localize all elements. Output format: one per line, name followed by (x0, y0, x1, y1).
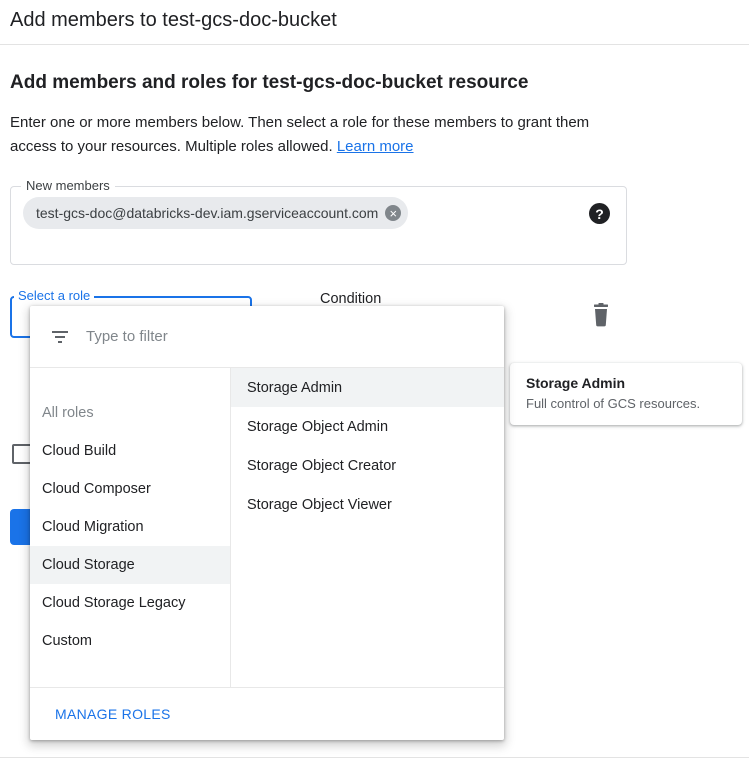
role-category-list: All roles Cloud Build Cloud Composer Clo… (30, 368, 231, 687)
condition-label: Condition (320, 291, 381, 307)
learn-more-link[interactable]: Learn more (337, 138, 414, 155)
trash-icon (590, 303, 612, 327)
section-heading: Add members and roles for test-gcs-doc-b… (10, 72, 528, 94)
header-divider (0, 44, 749, 45)
delete-row-button[interactable] (590, 303, 612, 327)
chip-remove-icon[interactable]: × (385, 205, 401, 221)
role-category-cloud-migration[interactable]: Cloud Migration (30, 508, 230, 546)
role-category-cloud-composer[interactable]: Cloud Composer (30, 470, 230, 508)
role-item-storage-object-creator[interactable]: Storage Object Creator (231, 446, 504, 485)
role-tooltip-title: Storage Admin (526, 375, 726, 391)
role-filter-input[interactable] (86, 328, 484, 345)
manage-roles-button[interactable]: MANAGE ROLES (55, 706, 171, 722)
role-category-cloud-build[interactable]: Cloud Build (30, 432, 230, 470)
role-category-all-roles[interactable]: All roles (30, 394, 230, 432)
role-picker-panel: All roles Cloud Build Cloud Composer Clo… (30, 306, 504, 740)
role-category-custom[interactable]: Custom (30, 622, 230, 660)
select-role-label: Select a role (14, 288, 94, 303)
dialog-title: Add members to test-gcs-doc-bucket (10, 9, 337, 32)
description-text: Enter one or more members below. Then se… (10, 114, 589, 155)
footer-divider (0, 757, 749, 758)
member-chip-text: test-gcs-doc@databricks-dev.iam.gservice… (36, 205, 378, 221)
role-category-cloud-storage-legacy[interactable]: Cloud Storage Legacy (30, 584, 230, 622)
role-picker-body: All roles Cloud Build Cloud Composer Clo… (30, 368, 504, 687)
role-item-storage-admin[interactable]: Storage Admin (231, 368, 504, 407)
role-filter-row (30, 306, 504, 368)
role-tooltip: Storage Admin Full control of GCS resour… (510, 363, 742, 425)
role-item-storage-object-admin[interactable]: Storage Object Admin (231, 407, 504, 446)
add-members-dialog: Add members to test-gcs-doc-bucket Add m… (0, 0, 749, 763)
member-chip[interactable]: test-gcs-doc@databricks-dev.iam.gservice… (23, 197, 408, 229)
role-list: Storage Admin Storage Object Admin Stora… (231, 368, 504, 687)
filter-icon (50, 327, 70, 347)
notify-checkbox[interactable] (12, 444, 32, 464)
new-members-field[interactable]: New members test-gcs-doc@databricks-dev.… (10, 186, 627, 265)
new-members-label: New members (21, 178, 115, 193)
section-description: Enter one or more members below. Then se… (10, 111, 628, 159)
role-item-storage-object-viewer[interactable]: Storage Object Viewer (231, 485, 504, 524)
role-tooltip-description: Full control of GCS resources. (526, 396, 726, 411)
role-category-cloud-storage[interactable]: Cloud Storage (30, 546, 230, 584)
manage-roles-row: MANAGE ROLES (30, 687, 504, 740)
help-icon[interactable]: ? (589, 203, 610, 224)
